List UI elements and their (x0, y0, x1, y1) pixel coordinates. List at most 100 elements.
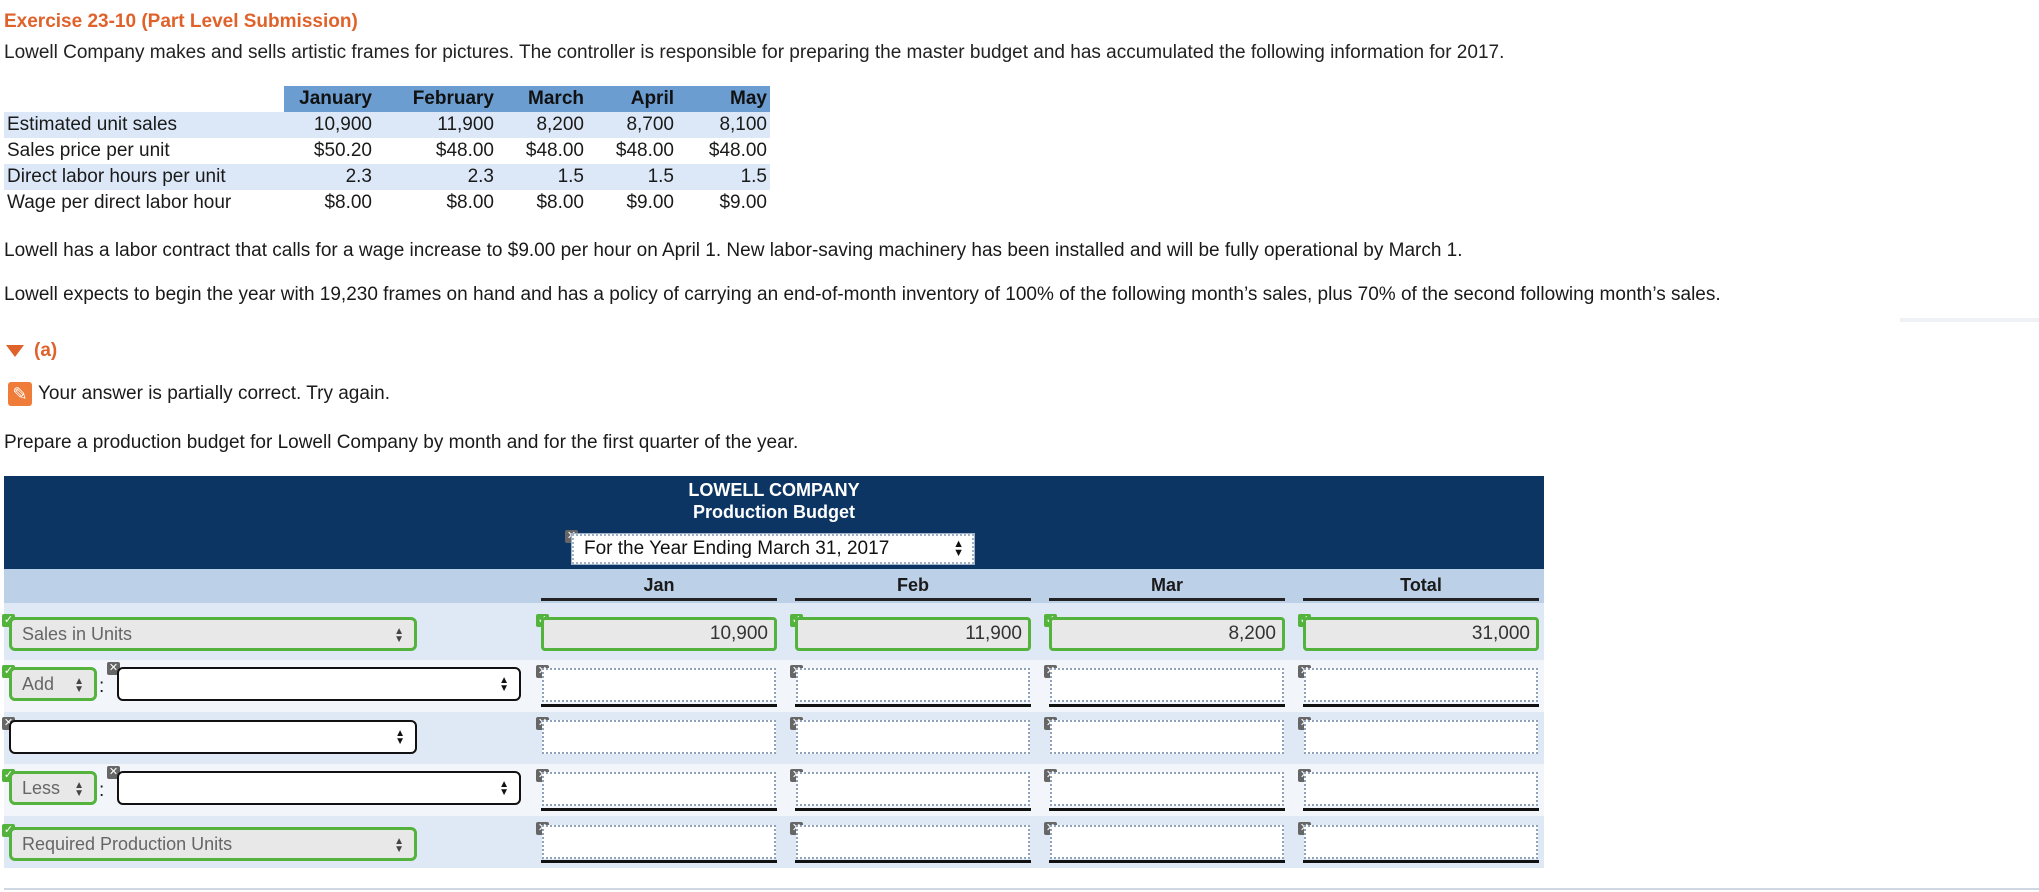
period-select-value: For the Year Ending March 31, 2017 (584, 538, 890, 559)
col-header-jan: Jan (643, 575, 675, 595)
select-arrows-icon: ▲ ▼ (499, 779, 509, 798)
required-mar-input[interactable] (1050, 825, 1284, 859)
add-total-input[interactable] (1304, 668, 1538, 702)
info-cell: $8.00 (284, 190, 375, 216)
sales-feb-input[interactable]: 11,900 (795, 617, 1031, 651)
sales-total-input[interactable]: 31,000 (1303, 617, 1539, 651)
part-a-label: (a) (34, 340, 58, 361)
budget-name: Production Budget (693, 502, 855, 522)
info-cell: $9.00 (587, 190, 677, 216)
info-col-may: May (677, 86, 770, 112)
input-underline (1049, 860, 1285, 863)
col-underline (541, 598, 777, 601)
info-cell: 8,700 (587, 112, 677, 138)
exercise-intro: Lowell Company makes and sells artistic … (4, 42, 1505, 63)
required-feb-input[interactable] (796, 825, 1030, 859)
info-table: January February March April May Estimat… (4, 86, 770, 216)
info-cell: 2.3 (284, 164, 375, 190)
required-total-input[interactable] (1304, 825, 1538, 859)
info-cell: $8.00 (497, 190, 587, 216)
info-col-january: January (284, 86, 375, 112)
input-underline (541, 704, 777, 707)
col-header-feb: Feb (896, 575, 929, 595)
info-cell: 11,900 (375, 112, 497, 138)
part-a-toggle[interactable]: (a) (6, 340, 57, 362)
info-cell: $48.00 (375, 138, 497, 164)
less-select[interactable]: Less ▲ ▼ (9, 771, 97, 805)
info-cell: 2.3 (375, 164, 497, 190)
select-arrows-icon: ▲ ▼ (953, 538, 964, 559)
select-arrows-icon: ▲ ▼ (394, 626, 404, 645)
less-mar-input[interactable] (1050, 772, 1284, 806)
period-select[interactable]: For the Year Ending March 31, 2017 ▲ ▼ (571, 533, 975, 565)
colon: : (99, 676, 105, 697)
row-label-value: Sales in Units (22, 623, 133, 644)
col-underline (1303, 598, 1539, 601)
company-name: LOWELL COMPANY (688, 480, 860, 500)
info-cell: $48.00 (587, 138, 677, 164)
info-cell: 8,200 (497, 112, 587, 138)
add-item-select[interactable]: ▲ ▼ (117, 667, 521, 701)
required-jan-input[interactable] (542, 825, 776, 859)
select-arrows-icon: ▲ ▼ (395, 728, 405, 747)
info-cell: 1.5 (497, 164, 587, 190)
pencil-icon: ✎ (8, 382, 32, 406)
exercise-title: Exercise 23-10 (Part Level Submission) (4, 11, 358, 32)
sales-jan-input[interactable]: 10,900 (541, 617, 777, 651)
collapse-triangle-icon (6, 345, 24, 357)
row-label-select-3[interactable]: ▲ ▼ (9, 720, 417, 754)
info-cell: 1.5 (587, 164, 677, 190)
select-arrows-icon: ▲ ▼ (74, 676, 84, 695)
info-col-march: March (497, 86, 587, 112)
colon: : (99, 780, 105, 801)
row3-total-input[interactable] (1304, 720, 1538, 754)
feedback-text: Your answer is partially correct. Try ag… (38, 383, 391, 404)
add-select[interactable]: Add ▲ ▼ (9, 667, 97, 701)
row3-jan-input[interactable] (542, 720, 776, 754)
less-total-input[interactable] (1304, 772, 1538, 806)
labor-note: Lowell has a labor contract that calls f… (4, 240, 1463, 261)
page-bottom-border (4, 888, 2039, 890)
col-underline (1049, 598, 1285, 601)
row-label-select-required[interactable]: Required Production Units ▲ ▼ (9, 827, 417, 861)
input-underline (541, 808, 777, 811)
row-label-select-sales[interactable]: Sales in Units ▲ ▼ (9, 617, 417, 651)
input-underline (795, 704, 1031, 707)
add-jan-input[interactable] (542, 668, 776, 702)
info-col-february: February (375, 86, 497, 112)
info-col-april: April (587, 86, 677, 112)
col-header-total: Total (1400, 575, 1442, 595)
less-item-select[interactable]: ▲ ▼ (117, 771, 521, 805)
info-row: Direct labor hours per unit 2.3 2.3 1.5 … (4, 164, 770, 190)
info-cell: $48.00 (497, 138, 587, 164)
info-cell: 1.5 (677, 164, 770, 190)
info-cell: $9.00 (677, 190, 770, 216)
row3-feb-input[interactable] (796, 720, 1030, 754)
less-feb-input[interactable] (796, 772, 1030, 806)
info-row-label: Wage per direct labor hour (4, 190, 284, 216)
info-row-label: Sales price per unit (4, 138, 284, 164)
sales-mar-input[interactable]: 8,200 (1049, 617, 1285, 651)
row3-mar-input[interactable] (1050, 720, 1284, 754)
info-row-label: Direct labor hours per unit (4, 164, 284, 190)
info-row: Estimated unit sales 10,900 11,900 8,200… (4, 112, 770, 138)
inventory-note: Lowell expects to begin the year with 19… (4, 284, 1721, 305)
add-feb-input[interactable] (796, 668, 1030, 702)
input-underline (1049, 808, 1285, 811)
add-select-value: Add (22, 673, 55, 694)
input-underline (541, 860, 777, 863)
info-cell: 8,100 (677, 112, 770, 138)
col-header-mar: Mar (1150, 575, 1183, 595)
input-underline (1303, 860, 1539, 863)
info-row: Sales price per unit $50.20 $48.00 $48.0… (4, 138, 770, 164)
info-cell: $8.00 (375, 190, 497, 216)
less-select-value: Less (22, 777, 61, 798)
row-label-value: Required Production Units (22, 833, 233, 854)
add-mar-input[interactable] (1050, 668, 1284, 702)
divider (1900, 318, 2039, 322)
less-jan-input[interactable] (542, 772, 776, 806)
col-underline (795, 598, 1031, 601)
feedback-message: ✎ Your answer is partially correct. Try … (8, 382, 390, 406)
info-cell: $50.20 (284, 138, 375, 164)
select-arrows-icon: ▲ ▼ (394, 836, 404, 855)
